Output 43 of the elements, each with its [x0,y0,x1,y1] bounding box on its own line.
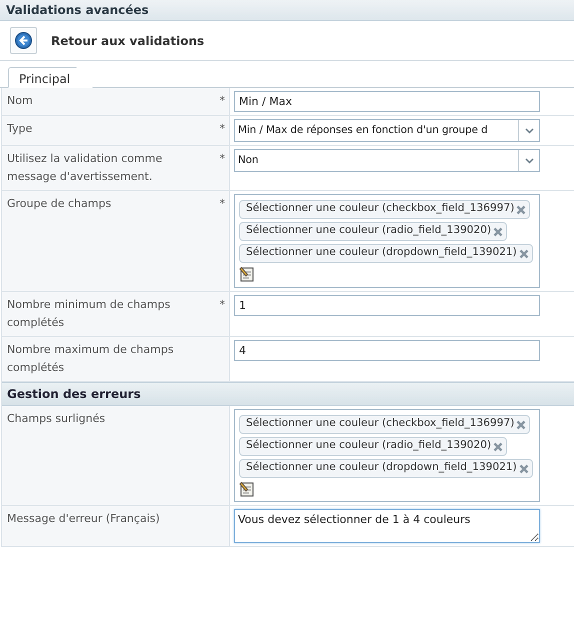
remove-icon[interactable] [518,249,529,260]
remove-icon[interactable] [516,420,526,430]
tag-chip[interactable]: Sélectionner une couleur (radio_field_139020) [239,436,508,456]
field-label: Groupe de champs [7,196,112,212]
notepad-pencil-icon[interactable] [239,480,255,497]
text-field[interactable]: 4 [234,340,540,361]
text-field[interactable]: 1 [234,294,540,316]
required-asterisk: * [220,196,225,212]
section-header: Gestion des erreurs [2,382,574,406]
remove-icon[interactable] [516,205,526,216]
field-label: Message d'erreur (Français) [7,511,161,528]
remove-icon[interactable] [518,464,529,474]
field-label: Utilisez la validation comme message d'avertissement. [7,151,164,185]
required-asterisk: * [220,151,225,167]
field-label: Type [7,121,34,137]
dropdown[interactable]: Non [234,149,540,172]
message-textarea[interactable]: Vous devez sélectionner de 1 à 4 couleurs [234,509,540,544]
field-label: Nombre maximum de champs complétés [7,342,175,376]
dropdown[interactable]: Min / Max de réponses en fonction d'un groupe d [234,119,540,142]
tab[interactable]: Principal [8,67,94,88]
required-asterisk: * [220,296,225,313]
field-label: Champs surlignés [7,410,106,427]
tag-chip[interactable]: Sélectionner une couleur (dropdown_field_139021) [239,458,533,478]
remove-icon[interactable] [493,227,504,238]
chevron-down-icon [524,128,534,134]
required-asterisk: * [220,121,225,137]
back-link-text[interactable]: Retour aux validations [51,32,204,50]
required-asterisk: * [220,93,225,109]
tag-list-field[interactable]: Sélectionner une couleur (checkbox_field_136997) Sélectionner une couleur (radio_field_139020) Sélectionner une couleur (dropdown_field_139021) [234,408,540,502]
panel-title: Validations avancées [0,0,574,21]
tag-list-field[interactable]: Sélectionner une couleur (checkbox_field_136997) Sélectionner une couleur (radio_field_139020) Sélectionner une couleur (dropdown_field_139021) [234,194,540,288]
tag-chip[interactable]: Sélectionner une couleur (checkbox_field_136997) [239,200,530,219]
field-label: Nombre minimum de champs complétés [7,296,172,331]
back-button[interactable] [10,27,37,54]
text-field[interactable]: Min / Max [234,91,540,112]
tag-chip[interactable]: Sélectionner une couleur (radio_field_139020) [239,222,508,241]
remove-icon[interactable] [493,442,504,452]
notepad-pencil-icon[interactable] [239,266,255,282]
chevron-down-icon [524,158,534,164]
tag-chip[interactable]: Sélectionner une couleur (checkbox_field_136997) [239,414,530,434]
tag-chip[interactable]: Sélectionner une couleur (dropdown_field_139021) [239,244,533,263]
back-arrow-icon [15,32,32,49]
field-label: Nom [7,93,34,109]
